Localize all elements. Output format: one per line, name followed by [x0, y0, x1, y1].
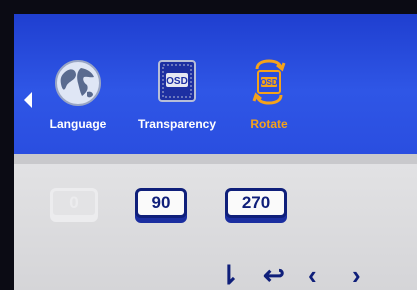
rotate-90-button[interactable]: 90 — [135, 188, 187, 218]
left-arrow-icon[interactable] — [24, 92, 32, 108]
left-chevron-icon[interactable]: ‹ — [308, 262, 317, 288]
rotate-0-button[interactable]: 0 — [50, 188, 98, 218]
osd-rotate-icon: OSD — [251, 59, 287, 110]
menu-item-label: Transparency — [137, 117, 217, 131]
osd-top-band: Language OSD Transparency OSD Rotate — [14, 14, 417, 162]
down-arrow-icon[interactable]: ⇂ — [218, 262, 240, 288]
osd-icon-text: OSD — [166, 76, 188, 87]
menu-item-label: Rotate — [250, 117, 288, 131]
osd-icon-text: OSD — [260, 78, 278, 87]
globe-icon — [54, 59, 102, 112]
rotate-270-button[interactable]: 270 — [225, 188, 287, 218]
osd-divider — [14, 154, 417, 164]
osd-transparency-icon: OSD — [157, 59, 197, 108]
osd-menu: Language OSD Transparency OSD Rotate — [14, 14, 417, 290]
menu-item-label: Language — [49, 117, 107, 131]
monitor-photo: Language OSD Transparency OSD Rotate 0 9… — [0, 0, 417, 290]
return-icon[interactable]: ↩ — [263, 262, 285, 288]
right-chevron-icon[interactable]: › — [352, 262, 361, 288]
